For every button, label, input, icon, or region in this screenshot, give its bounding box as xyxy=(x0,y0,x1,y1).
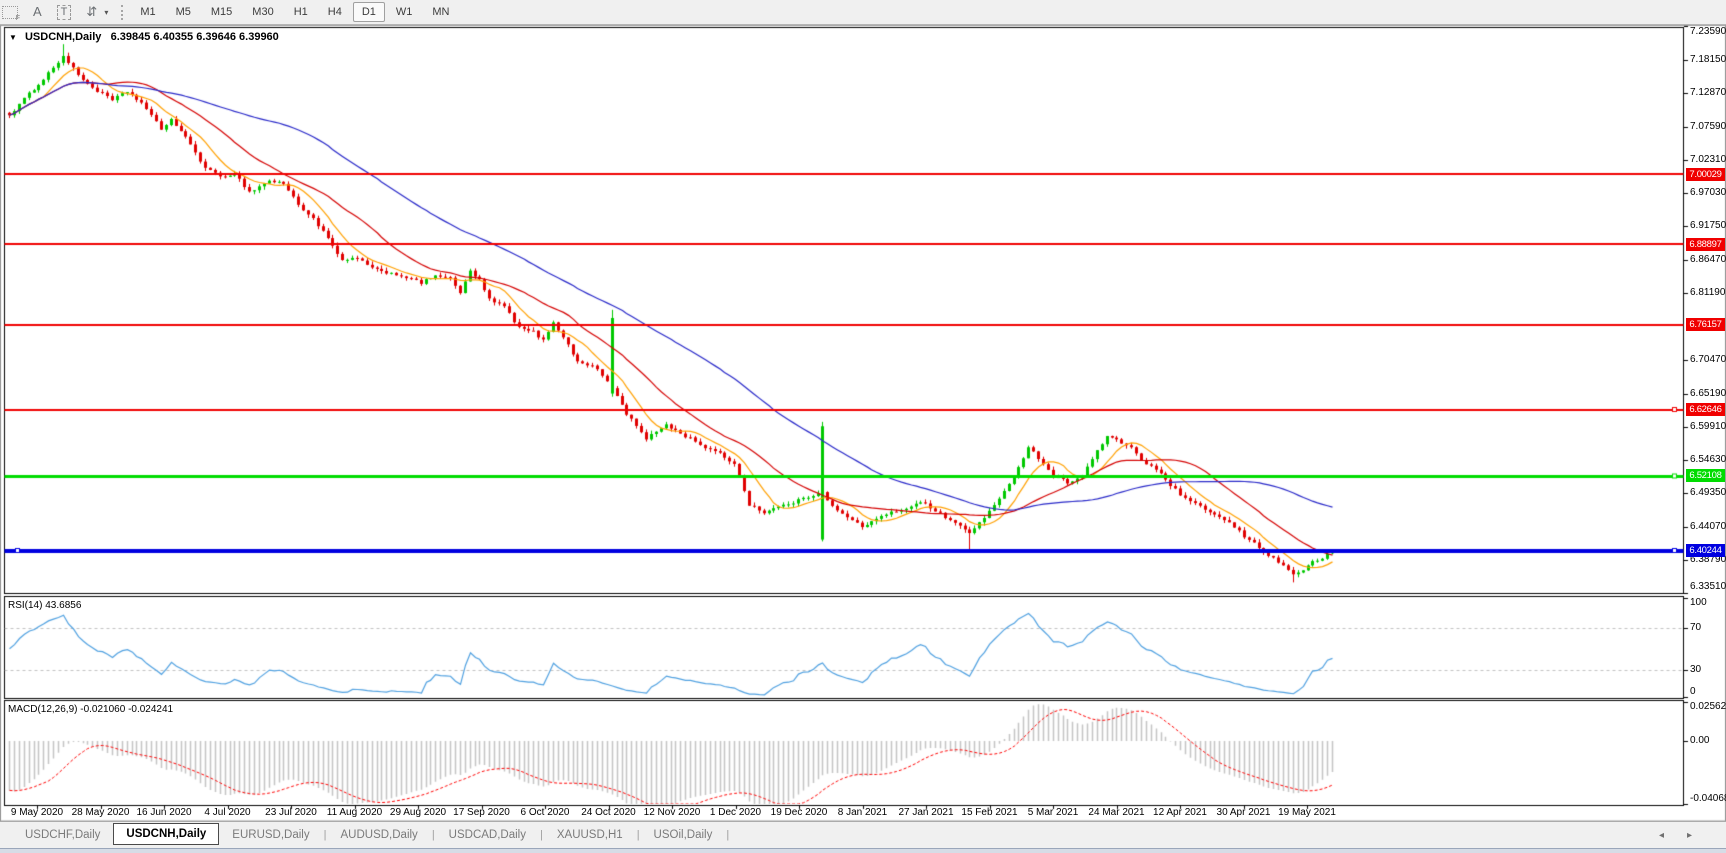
tab-usdchf[interactable]: USDCHF,Daily xyxy=(12,825,113,845)
tab-separator: | xyxy=(725,829,730,841)
timeframe-button-w1[interactable]: W1 xyxy=(387,2,422,22)
status-strip xyxy=(0,848,1726,853)
timeframe-button-m30[interactable]: M30 xyxy=(243,2,282,22)
tab-usoil[interactable]: USOil,Daily xyxy=(641,825,726,845)
timeframe-button-h1[interactable]: H1 xyxy=(285,2,317,22)
timeframe-button-mn[interactable]: MN xyxy=(423,2,458,22)
timeframe-button-h4[interactable]: H4 xyxy=(319,2,351,22)
toolbar-grip xyxy=(121,5,123,20)
chart-tab-bar: USDCHF,DailyUSDCNH,DailyEURUSD,Daily | AUD… xyxy=(0,821,1726,848)
timeframe-button-d1[interactable]: D1 xyxy=(353,2,385,22)
dropdown-caret-icon[interactable]: ▾ xyxy=(104,8,114,17)
timeframe-button-m15[interactable]: M15 xyxy=(202,2,241,22)
text-box-icon[interactable]: T xyxy=(57,5,72,20)
tab-eurusd[interactable]: EURUSD,Daily xyxy=(219,825,322,845)
timeframe-button-m5[interactable]: M5 xyxy=(167,2,200,22)
text-label-icon[interactable]: A xyxy=(26,1,49,23)
tab-usdcad[interactable]: USDCAD,Daily xyxy=(436,825,539,845)
timeframe-toolbar: M1M5M15M30H1H4D1W1MN xyxy=(130,2,459,22)
tab-scroll-right-icon[interactable]: ▸ xyxy=(1687,830,1692,842)
tab-xauusd[interactable]: XAUUSD,H1 xyxy=(544,825,636,845)
cycle-arrows-icon[interactable]: ⇵ xyxy=(79,1,104,23)
timeframe-button-m1[interactable]: M1 xyxy=(131,2,164,22)
tab-usdcnh[interactable]: USDCNH,Daily xyxy=(113,823,219,845)
grid-f-icon[interactable]: F xyxy=(2,6,18,19)
tab-scroll-left-icon[interactable]: ◂ xyxy=(1659,830,1664,842)
chart-canvas[interactable] xyxy=(0,0,1726,853)
top-toolbar: F A T ⇵ ▾ M1M5M15M30H1H4D1W1MN xyxy=(0,0,1726,25)
tab-audusd[interactable]: AUDUSD,Daily xyxy=(327,825,430,845)
